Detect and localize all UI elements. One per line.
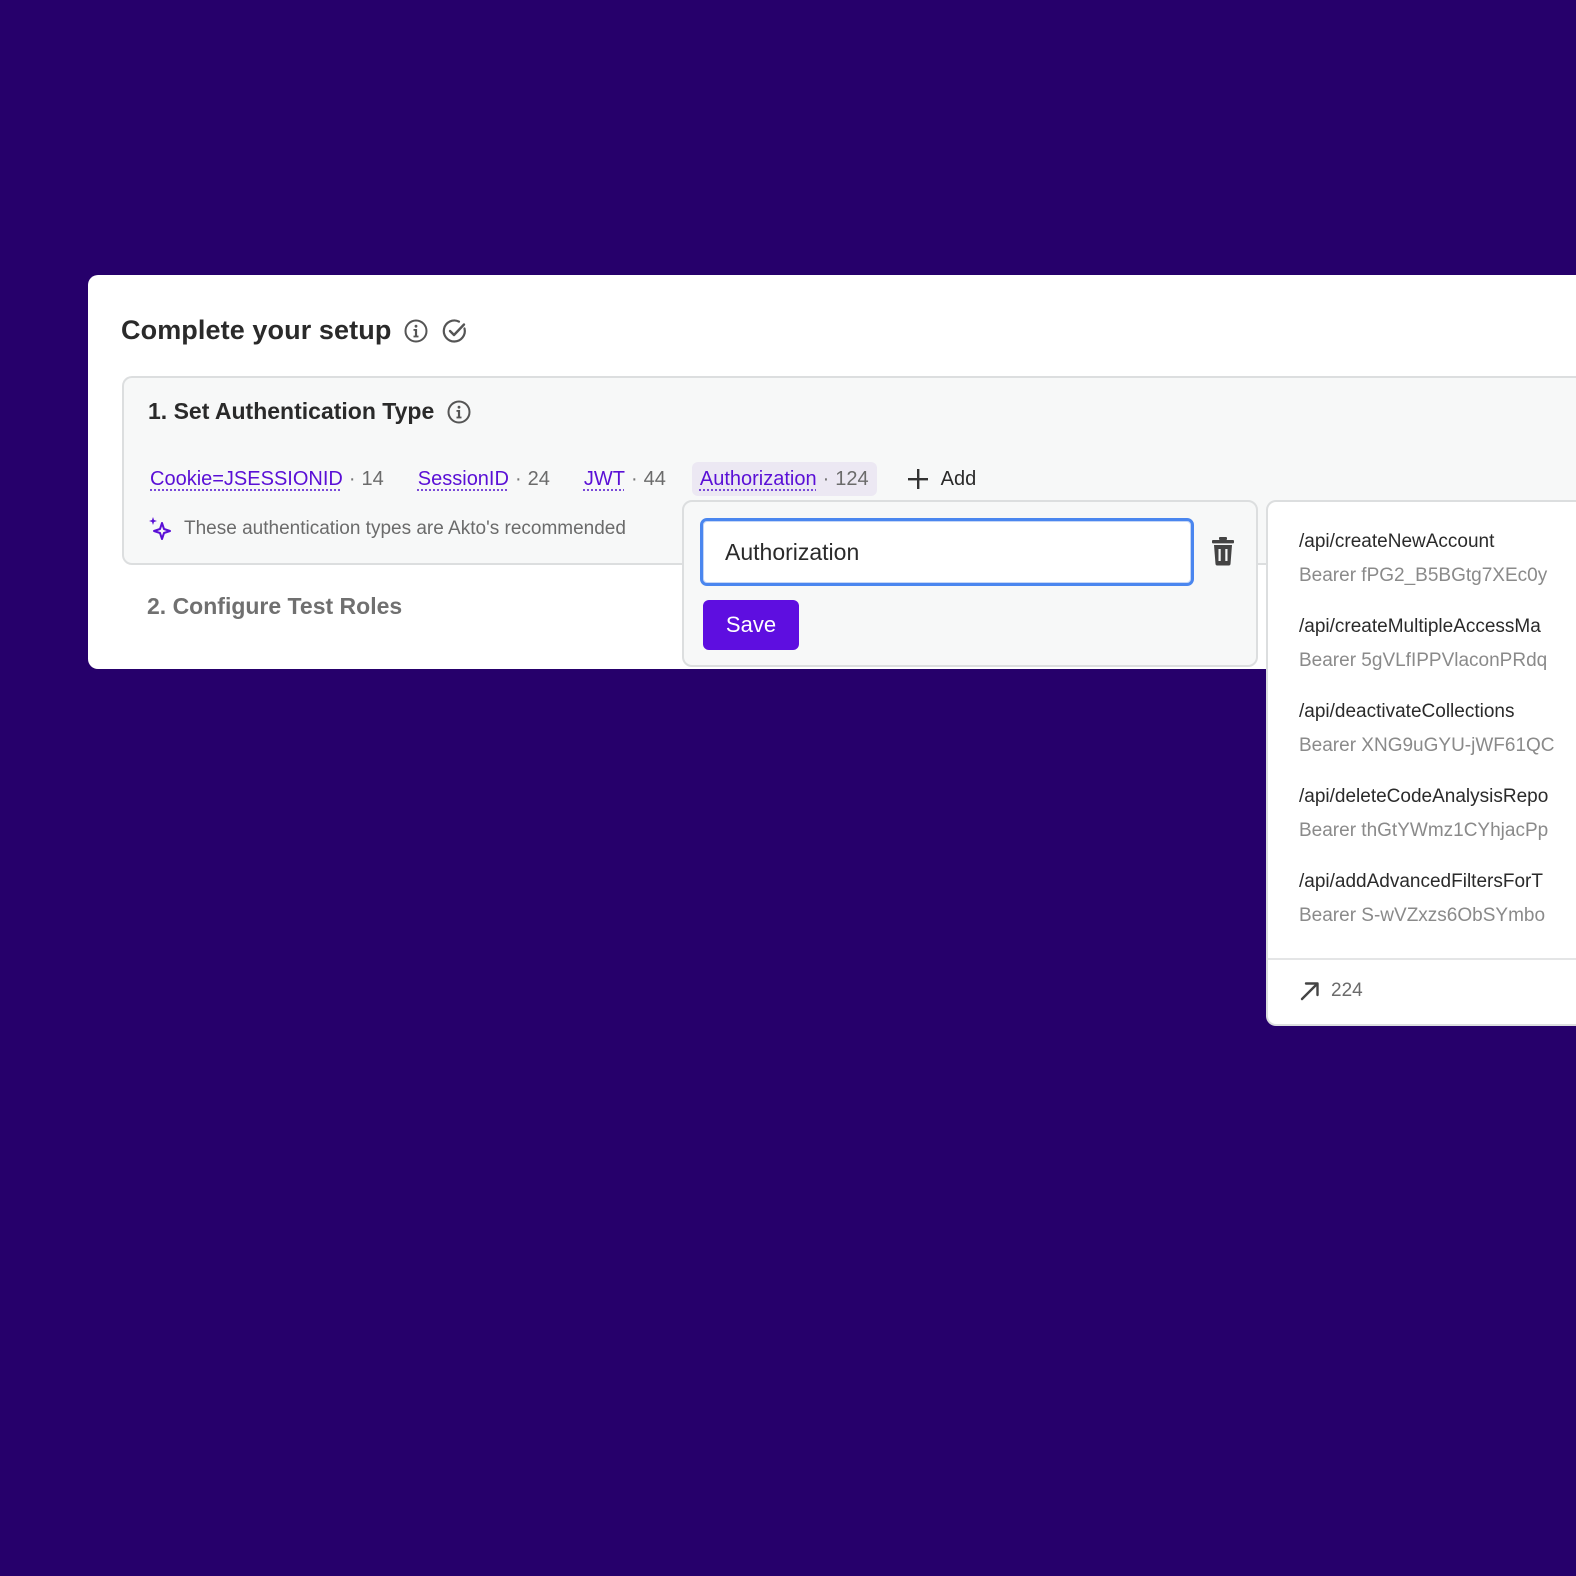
auth-chip-count: 124 xyxy=(835,467,869,490)
endpoint-total-count: 224 xyxy=(1331,980,1363,1001)
auth-chip-separator: · xyxy=(630,467,638,490)
endpoint-token: Bearer thGtYWmz1CYhjacPp xyxy=(1299,820,1549,841)
list-item[interactable]: /api/createNewAccount Bearer fPG2_B5BGtg… xyxy=(1299,530,1547,588)
auth-chip-separator: · xyxy=(822,467,830,490)
add-auth-type-button[interactable]: Add xyxy=(907,467,977,491)
view-all-endpoints-link[interactable]: 224 xyxy=(1299,980,1363,1002)
list-item[interactable]: /api/createMultipleAccessMa Bearer 5gVLf… xyxy=(1299,615,1547,673)
recommendation-note: These authentication types are Akto's re… xyxy=(148,516,626,542)
endpoint-path: /api/createNewAccount xyxy=(1299,531,1495,552)
auth-chip-separator: · xyxy=(348,467,356,490)
endpoint-path: /api/createMultipleAccessMa xyxy=(1299,616,1541,637)
auth-chip-jwt[interactable]: JWT · 44 xyxy=(576,462,674,496)
endpoint-token: Bearer 5gVLfIPPVlaconPRdq xyxy=(1299,650,1548,671)
list-item[interactable]: /api/deactivateCollections Bearer XNG9uG… xyxy=(1299,700,1555,758)
auth-chip-name: Authorization xyxy=(699,467,817,490)
endpoint-token: Bearer fPG2_B5BGtg7XEc0y xyxy=(1299,565,1548,586)
auth-chip-name: SessionID xyxy=(417,467,509,490)
sparkle-icon xyxy=(148,516,174,542)
stage: Complete your setup 1. Set Authenticatio… xyxy=(0,0,1576,1576)
edit-auth-popover: Save xyxy=(682,500,1258,667)
recommendation-text: These authentication types are Akto's re… xyxy=(184,518,626,539)
trash-icon[interactable] xyxy=(1206,534,1240,568)
endpoint-token: Bearer XNG9uGYU-jWF61QC xyxy=(1299,735,1555,756)
endpoints-popover: /api/createNewAccount Bearer fPG2_B5BGtg… xyxy=(1266,500,1576,1026)
auth-type-header: 1. Set Authentication Type xyxy=(148,398,472,425)
auth-chip-cookie[interactable]: Cookie=JSESSIONID · 14 xyxy=(142,462,392,496)
auth-chip-sessionid[interactable]: SessionID · 24 xyxy=(410,462,558,496)
list-item[interactable]: /api/addAdvancedFiltersForT Bearer S-wVZ… xyxy=(1299,870,1545,928)
info-icon[interactable] xyxy=(446,399,472,425)
list-item[interactable]: /api/deleteCodeAnalysisRepo Bearer thGtY… xyxy=(1299,785,1548,843)
info-icon[interactable] xyxy=(403,318,429,344)
auth-type-input[interactable] xyxy=(700,518,1194,586)
step1-title: 1. Set Authentication Type xyxy=(148,398,435,424)
auth-type-list: Cookie=JSESSIONID · 14 SessionID · 24 JW… xyxy=(142,462,976,496)
divider xyxy=(1268,958,1576,960)
endpoint-path: /api/addAdvancedFiltersForT xyxy=(1299,871,1543,892)
auth-chip-authorization[interactable]: Authorization · 124 xyxy=(691,462,877,496)
auth-chip-name: Cookie=JSESSIONID xyxy=(150,467,343,490)
step2-title[interactable]: 2. Configure Test Roles xyxy=(147,593,402,620)
save-button[interactable]: Save xyxy=(703,600,799,650)
plus-icon xyxy=(907,468,929,490)
arrow-up-right-icon xyxy=(1299,980,1321,1002)
auth-chip-name: JWT xyxy=(583,467,625,490)
auth-chip-count: 14 xyxy=(361,467,384,490)
auth-chip-count: 44 xyxy=(643,467,666,490)
endpoint-token: Bearer S-wVZxzs6ObSYmbo xyxy=(1299,905,1546,926)
check-circle-icon xyxy=(441,317,469,345)
page-title: Complete your setup xyxy=(121,315,392,345)
auth-chip-separator: · xyxy=(514,467,522,490)
endpoint-path: /api/deactivateCollections xyxy=(1299,701,1515,722)
setup-header: Complete your setup xyxy=(121,315,469,346)
auth-chip-count: 24 xyxy=(527,467,550,490)
endpoint-path: /api/deleteCodeAnalysisRepo xyxy=(1299,786,1549,807)
add-label: Add xyxy=(940,467,977,490)
